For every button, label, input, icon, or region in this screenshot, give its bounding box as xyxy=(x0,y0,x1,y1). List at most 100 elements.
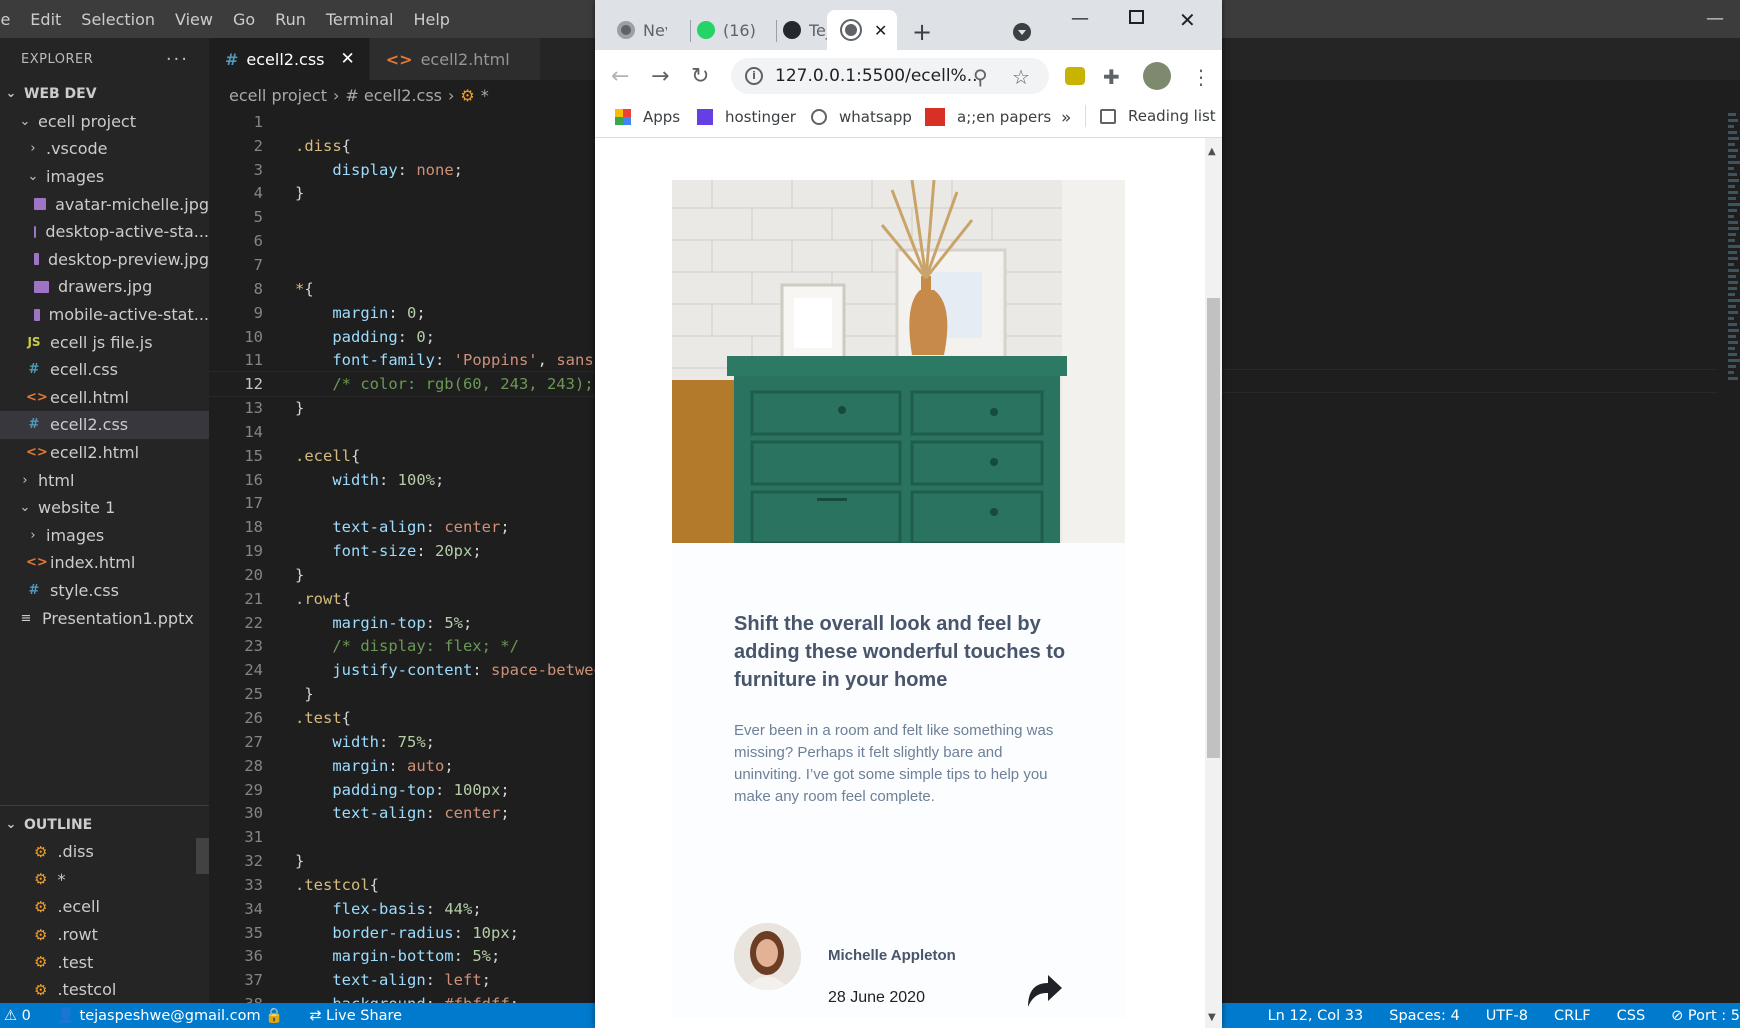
code-line[interactable]: 21 .rowt{ xyxy=(209,587,595,611)
close-icon[interactable]: ✕ xyxy=(874,21,887,40)
minimap[interactable] xyxy=(1728,110,1740,460)
code-line[interactable]: 23 /* display: flex; */ xyxy=(209,635,595,659)
more-actions-icon[interactable]: ··· xyxy=(166,49,189,70)
tree-item[interactable]: desktop-active-sta... xyxy=(0,218,209,246)
forward-icon[interactable]: → xyxy=(651,64,669,89)
tab-search-icon[interactable] xyxy=(1013,23,1031,41)
maximize-icon[interactable] xyxy=(1129,10,1144,24)
tree-item[interactable]: desktop-preview.jpg xyxy=(0,246,209,274)
tree-item[interactable]: ⌄ ecell project xyxy=(0,108,209,136)
code-line[interactable]: 3 display: none; xyxy=(209,158,595,182)
outline-item[interactable]: ⚙ .ecell xyxy=(0,893,209,921)
menu-help[interactable]: Help xyxy=(413,10,463,29)
code-line[interactable]: 24 justify-content: space-between; xyxy=(209,658,595,682)
more-bookmarks-icon[interactable]: » xyxy=(1061,108,1071,128)
reload-icon[interactable]: ↻ xyxy=(691,64,709,89)
line-ending[interactable]: CRLF xyxy=(1554,1008,1591,1024)
outline-scrollbar[interactable] xyxy=(196,838,209,874)
account-status[interactable]: 👤 tejaspeshwe@gmail.com 🔒 xyxy=(57,1007,283,1024)
zoom-icon[interactable]: ⚲ xyxy=(973,65,988,89)
code-line[interactable]: 7 xyxy=(209,253,595,277)
minimize-icon[interactable]: — xyxy=(1706,8,1724,29)
code-line[interactable]: 2 .diss{ xyxy=(209,134,595,158)
code-editor[interactable]: 1 2 .diss{3 display: none; 4} 5 6 7 8 *{9 margin… xyxy=(209,110,595,1003)
breadcrumb-folder[interactable]: ecell project xyxy=(229,86,327,105)
bookmark-star-icon[interactable]: ☆ xyxy=(1012,65,1030,89)
back-icon[interactable]: ← xyxy=(611,64,629,89)
code-line[interactable]: 36 margin-bottom: 5%; xyxy=(209,945,595,969)
menu-run[interactable]: Run xyxy=(275,10,320,29)
code-line[interactable]: 5 xyxy=(209,205,595,229)
tree-item[interactable]: # style.css xyxy=(0,577,209,605)
code-line[interactable]: 32} xyxy=(209,849,595,873)
cursor-position[interactable]: Ln 12, Col 33 xyxy=(1268,1008,1364,1024)
menu-go[interactable]: Go xyxy=(233,10,269,29)
extensions-puzzle-icon[interactable]: ✚ xyxy=(1103,65,1120,89)
scroll-down-icon[interactable]: ▼ xyxy=(1208,1012,1216,1023)
info-icon[interactable]: i xyxy=(745,67,763,85)
code-line[interactable]: 11 font-family: 'Poppins', sans-serif; xyxy=(209,348,595,372)
browser-tab-new[interactable]: Nev xyxy=(617,10,689,50)
tree-item[interactable]: # ecell.css xyxy=(0,356,209,384)
code-line[interactable]: 26 .test{ xyxy=(209,706,595,730)
menu-file[interactable]: le xyxy=(0,10,24,29)
code-line[interactable]: 19 font-size: 20px; xyxy=(209,539,595,563)
extension-avatar-icon[interactable] xyxy=(1065,67,1085,85)
code-line[interactable]: 14 xyxy=(209,420,595,444)
code-line[interactable]: 4} xyxy=(209,182,595,206)
tree-item[interactable]: ≡ Presentation1.pptx xyxy=(0,604,209,632)
code-line[interactable]: 8 *{ xyxy=(209,277,595,301)
close-window-icon[interactable]: ✕ xyxy=(1179,8,1196,32)
page-viewport[interactable]: Shift the overall look and feel by addin… xyxy=(595,138,1205,1028)
code-line[interactable]: 37 text-align: left; xyxy=(209,968,595,992)
code-line[interactable]: 16 width: 100%; xyxy=(209,468,595,492)
bookmark-apps[interactable]: Apps xyxy=(615,108,680,126)
code-line[interactable]: 27 width: 75%; xyxy=(209,730,595,754)
tree-item[interactable]: JS ecell js file.js xyxy=(0,328,209,356)
tree-item[interactable]: <> ecell.html xyxy=(0,384,209,412)
menu-selection[interactable]: Selection xyxy=(81,10,169,29)
reading-list[interactable]: Reading list xyxy=(1085,105,1216,127)
code-line[interactable]: 38 background: #fbfdff; xyxy=(209,992,595,1003)
code-line[interactable]: 33 .testcol{ xyxy=(209,873,595,897)
tree-item[interactable]: <> index.html xyxy=(0,549,209,577)
indentation[interactable]: Spaces: 4 xyxy=(1389,1008,1459,1024)
tree-item[interactable]: <> ecell2.html xyxy=(0,439,209,467)
bookmark-papers[interactable]: a;;en papers xyxy=(925,108,1051,126)
code-line[interactable]: 9 margin: 0; xyxy=(209,301,595,325)
menu-kebab-icon[interactable]: ⋮ xyxy=(1191,65,1211,89)
code-line[interactable]: 10 padding: 0; xyxy=(209,325,595,349)
code-line[interactable]: 30 text-align: center; xyxy=(209,801,595,825)
page-scrollbar-thumb[interactable] xyxy=(1207,298,1220,758)
code-line[interactable]: 20} xyxy=(209,563,595,587)
outline-item[interactable]: ⚙ .test xyxy=(0,948,209,976)
outline-item[interactable]: ⚙ * xyxy=(0,866,209,894)
outline-item[interactable]: ⚙ .testcol xyxy=(0,976,209,1004)
code-line[interactable]: 35 border-radius: 10px; xyxy=(209,921,595,945)
code-line[interactable]: 6 xyxy=(209,229,595,253)
profile-avatar[interactable] xyxy=(1143,62,1171,90)
bookmark-hostinger[interactable]: hostinger xyxy=(697,108,796,126)
share-icon[interactable] xyxy=(1024,973,1064,1009)
tree-item[interactable]: avatar-michelle.jpg xyxy=(0,190,209,218)
code-line[interactable]: 18 text-align: center; xyxy=(209,515,595,539)
browser-tab-whatsapp[interactable]: (16) xyxy=(697,10,769,50)
tree-item[interactable]: › .vscode xyxy=(0,135,209,163)
tree-item[interactable]: › html xyxy=(0,466,209,494)
close-icon[interactable]: ✕ xyxy=(341,49,355,69)
new-tab-icon[interactable]: + xyxy=(912,18,932,46)
tree-item[interactable]: mobile-active-stat... xyxy=(0,301,209,329)
scroll-up-icon[interactable]: ▲ xyxy=(1208,146,1216,157)
browser-tab-active[interactable]: ✕ xyxy=(827,10,897,50)
tree-item[interactable]: drawers.jpg xyxy=(0,273,209,301)
live-share-button[interactable]: ⇄ Live Share xyxy=(309,1008,402,1024)
menu-terminal[interactable]: Terminal xyxy=(326,10,408,29)
code-line[interactable]: 34 flex-basis: 44%; xyxy=(209,897,595,921)
code-line[interactable]: 15 .ecell{ xyxy=(209,444,595,468)
live-server-port[interactable]: ⊘ Port : 5 xyxy=(1671,1008,1740,1024)
problems-count[interactable]: ⚠ 0 xyxy=(4,1008,31,1024)
tab-ecell2-html[interactable]: <> ecell2.html xyxy=(369,38,541,80)
code-line[interactable]: 25 } xyxy=(209,682,595,706)
encoding[interactable]: UTF-8 xyxy=(1486,1008,1528,1024)
bookmark-whatsapp[interactable]: whatsapp xyxy=(811,108,912,126)
